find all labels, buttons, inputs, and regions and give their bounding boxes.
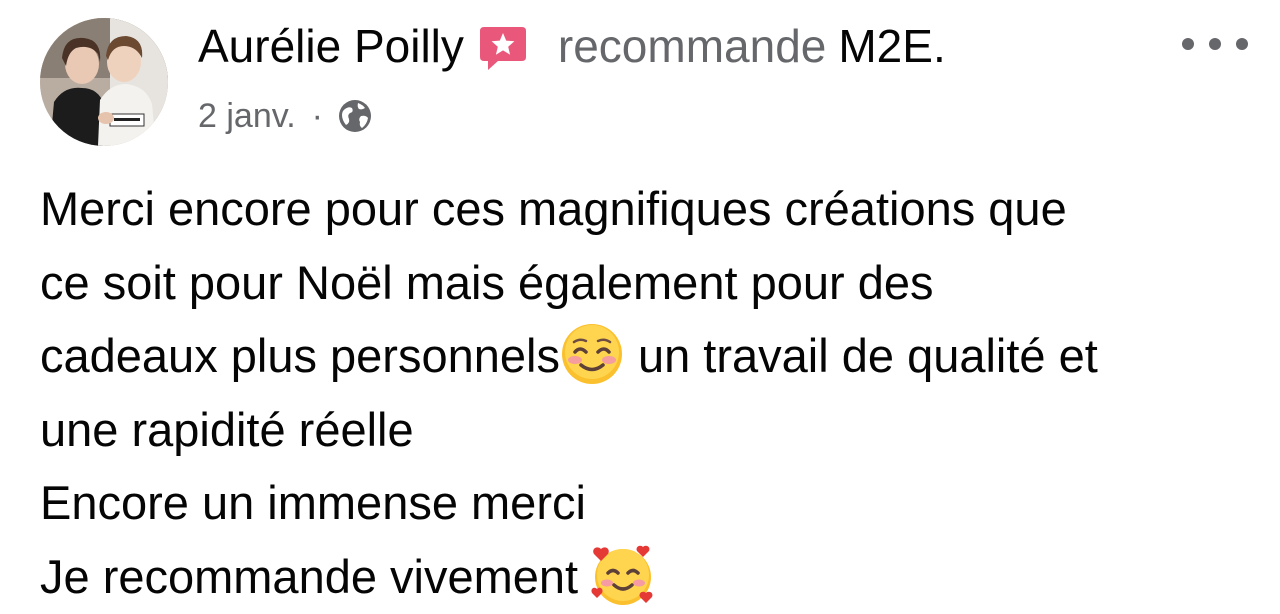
post-text-line: Merci encore pour ces magnifiques créati… — [40, 182, 1067, 235]
post-header: Aurélie Poilly recommande M2E. — [198, 18, 946, 74]
author-avatar[interactable] — [40, 18, 168, 146]
more-options-icon — [1182, 38, 1194, 50]
more-options-button[interactable] — [1182, 26, 1248, 62]
post-meta: 2 janv. · — [198, 94, 373, 138]
post-text-line: cadeaux plus personnels un travail de qu… — [40, 319, 1260, 393]
smiling-face-with-hearts-emoji — [591, 543, 655, 607]
post-text-segment: un travail de qualité et — [637, 329, 1098, 382]
post-text-segment: cadeaux plus personnels — [40, 329, 560, 382]
more-options-icon-dot — [1236, 38, 1248, 50]
recommendation-post: Aurélie Poilly recommande M2E. 2 janv. · — [0, 0, 1280, 614]
recommend-badge-icon — [478, 23, 528, 73]
page-name-period: . — [932, 20, 946, 72]
post-text-line: Je recommande vivement — [40, 540, 1260, 614]
post-text-segment: Je recommande vivement — [40, 549, 579, 603]
meta-separator: · — [311, 96, 323, 135]
post-date[interactable]: 2 janv. — [198, 97, 296, 136]
post-text-line: ce soit pour Noël mais également pour de… — [40, 255, 934, 309]
post-text-line: une rapidité réelle — [40, 402, 414, 456]
smiling-face-with-smiling-eyes-emoji — [560, 322, 624, 386]
recommend-action-text: recommande — [557, 20, 827, 72]
avatar-photo — [40, 18, 168, 146]
more-options-icon-dot — [1209, 38, 1221, 50]
globe-public-icon[interactable] — [337, 98, 373, 134]
page-name-link[interactable]: M2E — [838, 18, 933, 74]
post-text: Merci encore pour ces magnifiques créati… — [40, 172, 1260, 613]
author-name[interactable]: Aurélie Poilly — [198, 18, 464, 74]
post-text-line: Encore un immense merci — [40, 476, 586, 529]
